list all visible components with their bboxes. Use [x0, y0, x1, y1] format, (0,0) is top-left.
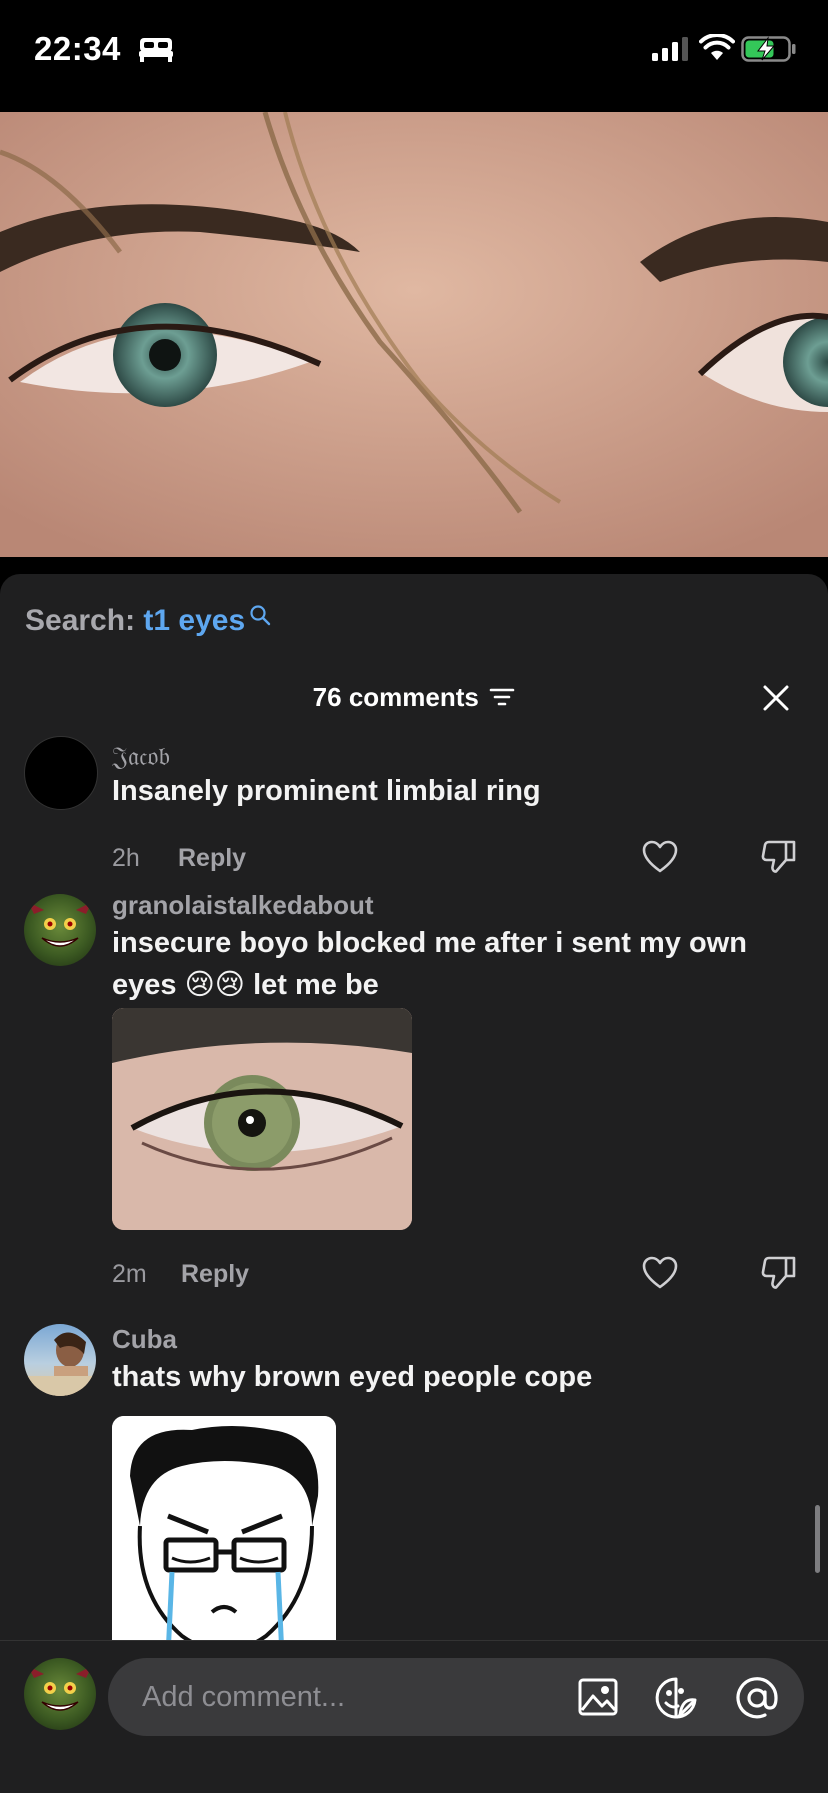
- dislike-icon[interactable]: [761, 1254, 797, 1290]
- comments-header: 76 comments: [0, 682, 828, 722]
- heart-icon[interactable]: [642, 840, 678, 874]
- dislike-icon[interactable]: [761, 838, 797, 874]
- comment-attachment-image[interactable]: [112, 1416, 336, 1656]
- comment-input[interactable]: [140, 1676, 544, 1718]
- crying-wojak-image: [112, 1416, 336, 1656]
- comment-text: insecure boyo blocked me after i sent my…: [112, 927, 747, 1001]
- sort-icon[interactable]: [489, 686, 515, 708]
- person-avatar-icon: [24, 1332, 96, 1396]
- comment-username[interactable]: granolaistalkedabout: [112, 890, 374, 921]
- comment-item: 𝔍𝔞𝔠𝔬𝔟 Insanely prominent limbial ring 2h…: [0, 736, 828, 886]
- eyes-photo: [0, 112, 828, 557]
- current-user-avatar[interactable]: [24, 1658, 96, 1730]
- goblin-avatar-icon: [28, 1666, 92, 1711]
- scrollbar[interactable]: [815, 1505, 820, 1573]
- wifi-icon: [699, 34, 735, 60]
- avatar[interactable]: [24, 736, 98, 810]
- avatar[interactable]: [24, 894, 96, 966]
- eye-photo: [112, 1008, 412, 1230]
- comment-attachment-image[interactable]: [112, 1008, 412, 1230]
- reply-button[interactable]: Reply: [178, 844, 246, 873]
- comment-time: 2m: [112, 1260, 147, 1288]
- avatar[interactable]: [24, 1324, 96, 1396]
- reply-button[interactable]: Reply: [181, 1260, 249, 1289]
- image-icon[interactable]: [578, 1678, 618, 1716]
- comment-item: Cuba thats why brown eyed people cope: [0, 1324, 828, 1656]
- search-term[interactable]: t1 eyes: [143, 604, 245, 637]
- comment-username[interactable]: Cuba: [112, 1324, 177, 1355]
- status-time: 22:34: [34, 30, 121, 67]
- cellular-signal-icon: [652, 37, 688, 61]
- comment-username[interactable]: 𝔍𝔞𝔠𝔬𝔟: [112, 742, 170, 773]
- comment-item: granolaistalkedabout insecure boyo block…: [0, 890, 828, 1310]
- close-icon[interactable]: [762, 684, 790, 712]
- comment-text: Insanely prominent limbial ring: [112, 775, 541, 807]
- mention-icon[interactable]: [735, 1676, 779, 1720]
- status-bar: 22:34: [0, 0, 828, 110]
- search-icon: [250, 605, 271, 626]
- comment-text: thats why brown eyed people cope: [112, 1361, 593, 1393]
- comments-count: 76 comments: [312, 682, 479, 712]
- post-image[interactable]: [0, 112, 828, 557]
- sticker-icon[interactable]: [654, 1676, 698, 1720]
- search-label: Search:: [25, 604, 136, 637]
- search-suggestion[interactable]: Search: t1 eyes: [25, 604, 271, 638]
- comments-sheet: Search: t1 eyes 76 comments 𝔍𝔞𝔠𝔬𝔟 Insane…: [0, 574, 828, 1792]
- comment-time: 2h: [112, 844, 140, 872]
- battery-charging-icon: [741, 36, 796, 62]
- sleep-focus-icon: [139, 38, 173, 62]
- heart-icon[interactable]: [642, 1256, 678, 1290]
- goblin-avatar-icon: [28, 902, 92, 947]
- comment-input-box[interactable]: [108, 1658, 804, 1736]
- comment-composer: [0, 1640, 828, 1793]
